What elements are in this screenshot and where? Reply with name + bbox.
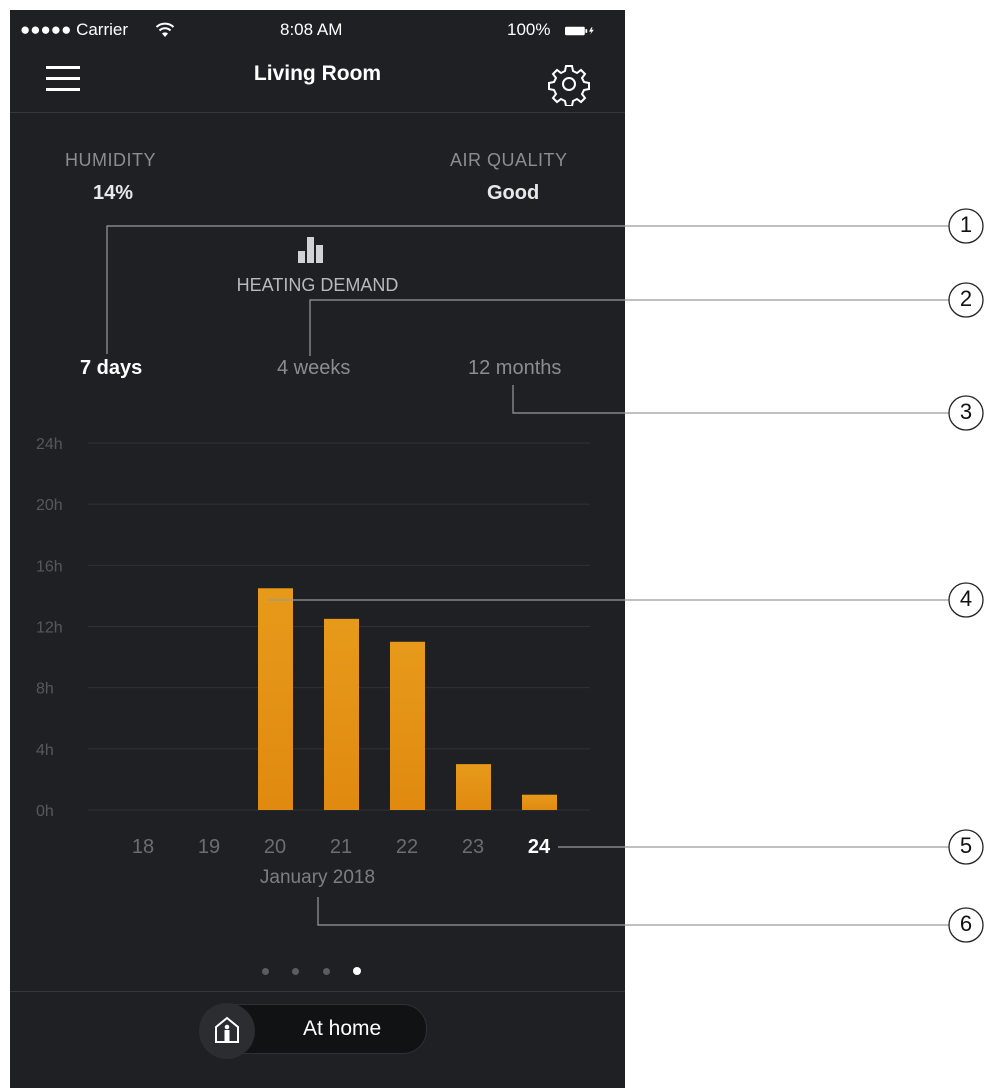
callout-1: 1 (959, 212, 973, 237)
callout-line-6 (317, 897, 950, 926)
callout-lines (106, 208, 984, 943)
callout-3: 3 (959, 399, 973, 424)
callout-6: 6 (959, 911, 973, 936)
callout-line-2 (309, 299, 950, 356)
callout-line-3 (512, 385, 950, 414)
callout-4: 4 (959, 586, 973, 611)
callout-5: 5 (959, 833, 973, 858)
callout-line-1 (106, 225, 950, 354)
callout-2: 2 (959, 286, 973, 311)
